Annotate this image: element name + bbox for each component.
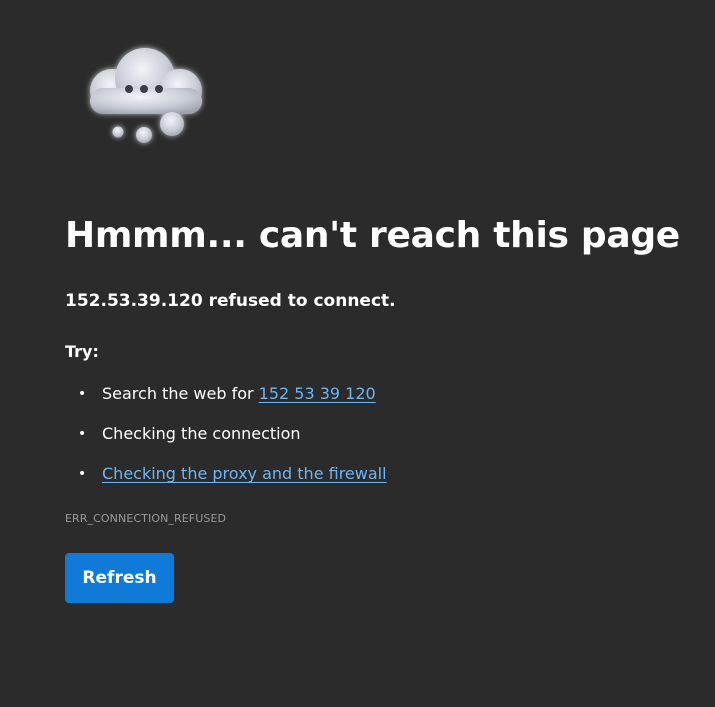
host-address: 152.53.39.120 — [65, 291, 203, 311]
suggestion-list: • Search the web for 152 53 39 120 • Che… — [65, 381, 387, 501]
proxy-firewall-link[interactable]: Checking the proxy and the firewall — [102, 464, 387, 483]
suggestion-search-text: Search the web for — [102, 384, 259, 403]
bullet-icon: • — [78, 426, 87, 442]
list-item: • Checking the proxy and the firewall — [65, 461, 387, 501]
search-web-link[interactable]: 152 53 39 120 — [259, 384, 376, 403]
error-code: ERR_CONNECTION_REFUSED — [65, 512, 227, 525]
bullet-icon: • — [78, 466, 87, 482]
error-message: 152.53.39.120 refused to connect. — [65, 289, 396, 313]
list-item: • Search the web for 152 53 39 120 — [65, 381, 387, 421]
list-item: • Checking the connection — [65, 421, 387, 461]
thinking-cloud-icon — [90, 48, 202, 143]
refresh-button[interactable]: Refresh — [65, 553, 174, 603]
error-page: Hmmm... can't reach this page 152.53.39.… — [0, 0, 715, 707]
page-title: Hmmm... can't reach this page — [65, 215, 680, 256]
try-label: Try: — [65, 342, 99, 361]
error-message-text: refused to connect. — [202, 291, 396, 311]
bullet-icon: • — [78, 386, 87, 402]
suggestion-connection-text: Checking the connection — [102, 424, 301, 443]
